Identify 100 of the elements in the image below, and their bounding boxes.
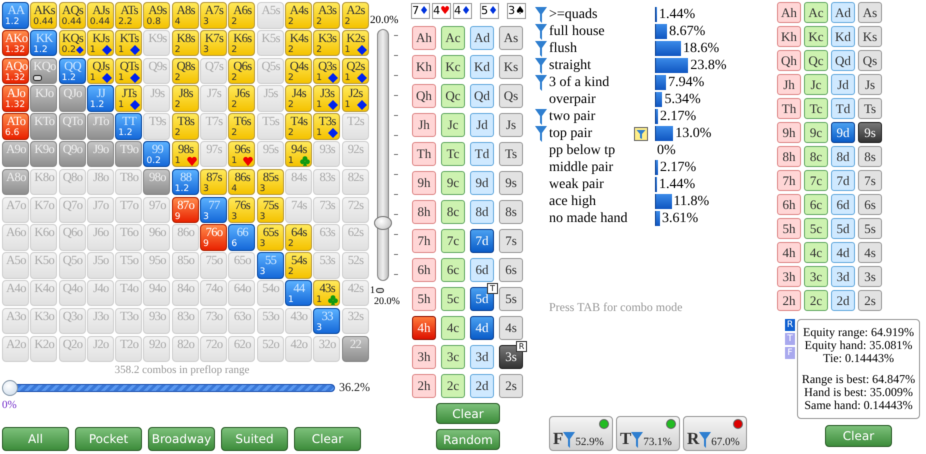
hand-cell[interactable]: QQ 1.2 <box>58 58 86 84</box>
card-button[interactable]: 5c <box>804 218 828 239</box>
hand-cell[interactable]: 75s 3 <box>256 196 284 224</box>
hand-category[interactable]: top pair <box>549 126 629 142</box>
card-button[interactable]: 8h <box>412 200 436 224</box>
hand-cell[interactable]: 85s 3 <box>256 168 284 196</box>
card-button[interactable]: Ac <box>441 26 465 50</box>
card-button[interactable]: 7c <box>441 229 465 253</box>
card-button[interactable]: Qc <box>441 84 465 108</box>
card-button[interactable]: Qh <box>412 84 436 108</box>
card-button[interactable]: Jc <box>804 74 828 95</box>
card-button[interactable]: 2c <box>441 374 465 398</box>
card-button[interactable]: 6s <box>499 258 523 282</box>
card-button[interactable]: Jh <box>777 74 801 95</box>
card-button[interactable]: 4h <box>777 242 801 263</box>
card-button[interactable]: 7h <box>412 229 436 253</box>
card-button[interactable]: Ad <box>470 26 494 50</box>
card-button[interactable]: Qd <box>470 84 494 108</box>
hand-cell[interactable]: KTs 1 <box>115 30 142 56</box>
card-button[interactable]: 9h <box>777 122 801 143</box>
card-button[interactable]: 7d <box>831 170 855 191</box>
hand-category[interactable]: >=quads <box>549 6 629 22</box>
hand-category[interactable]: overpair <box>549 92 629 108</box>
hand-cell[interactable]: 96s 1 <box>228 140 256 168</box>
hand-cell[interactable]: 76o 9 <box>200 224 228 251</box>
hand-cell[interactable]: 77 3 <box>200 196 228 224</box>
card-button[interactable]: 6d <box>470 258 494 282</box>
card-button[interactable]: Ts <box>858 98 882 119</box>
hand-cell[interactable]: 94s 1 <box>284 140 312 168</box>
card-button[interactable]: Qc <box>804 50 828 71</box>
card-button[interactable]: Ah <box>412 26 436 50</box>
card-button[interactable]: Qs <box>499 84 523 108</box>
card-button[interactable]: 5d <box>831 218 855 239</box>
card-button[interactable]: 2h <box>777 290 801 311</box>
card-button[interactable]: Kh <box>412 55 436 79</box>
card-button[interactable]: Ks <box>858 26 882 47</box>
card-button[interactable]: 9h <box>412 171 436 195</box>
card-button[interactable]: 5s <box>499 287 523 311</box>
card-button[interactable]: 3d <box>831 266 855 287</box>
hand-cell[interactable]: AKo 1.32 <box>2 30 29 56</box>
card-button[interactable]: 6h <box>412 258 436 282</box>
card-button[interactable]: Kc <box>804 26 828 47</box>
card-button[interactable]: 5c <box>441 287 465 311</box>
card-button[interactable]: 2s <box>499 374 523 398</box>
hand-cell[interactable]: A7s 3 <box>200 2 228 28</box>
card-button[interactable]: 7s <box>499 229 523 253</box>
card-button[interactable]: 4c <box>804 242 828 263</box>
card-button[interactable]: Tc <box>804 98 828 119</box>
hand-cell[interactable]: 99 0.2 <box>143 140 170 168</box>
hand-cell[interactable]: 54s 2 <box>284 252 312 279</box>
card-button[interactable]: 8s <box>858 146 882 167</box>
hand-cell[interactable]: Q8s 2 <box>172 58 199 84</box>
hand-cell[interactable]: K3s 2 <box>313 30 340 56</box>
card-button[interactable]: 9d <box>831 122 855 143</box>
card-button[interactable]: 8d <box>831 146 855 167</box>
card-button[interactable]: 3h <box>412 345 436 369</box>
hand-category[interactable]: weak pair <box>549 176 629 192</box>
slider-handle[interactable] <box>374 216 392 230</box>
hand-cell[interactable]: KJs 1 <box>86 30 114 56</box>
card-button[interactable]: Js <box>499 113 523 137</box>
hand-category[interactable]: 3 of a kind <box>549 74 629 90</box>
hand-cell[interactable]: 98s 1 <box>172 140 199 168</box>
hand-cell[interactable]: 66 6 <box>228 224 256 251</box>
hand-cell[interactable]: JJ 1.2 <box>86 85 114 112</box>
hand-cell[interactable]: J8s 2 <box>172 85 199 112</box>
hand-cell[interactable]: AJs 0.44 <box>86 2 114 28</box>
card-button[interactable]: 8d <box>470 200 494 224</box>
hand-cell[interactable]: 87o 9 <box>172 196 199 224</box>
hand-cell[interactable]: K6s 2 <box>228 30 256 56</box>
hand-cell[interactable]: 44 1 <box>284 280 312 306</box>
result-tab[interactable]: R <box>785 319 795 331</box>
card-button[interactable]: Jh <box>412 113 436 137</box>
hand-category[interactable]: middle pair <box>549 160 629 176</box>
card-button[interactable]: Js <box>858 74 882 95</box>
hand-category[interactable]: straight <box>549 58 629 74</box>
card-button[interactable]: 6c <box>804 194 828 215</box>
hand-cell[interactable]: ATo 6.6 <box>2 113 29 140</box>
card-button[interactable]: Th <box>777 98 801 119</box>
card-button[interactable]: 6d <box>831 194 855 215</box>
card-button[interactable]: 2c <box>804 290 828 311</box>
hand-cell[interactable]: 76s 3 <box>228 196 256 224</box>
card-button[interactable]: As <box>499 26 523 50</box>
hand-cell[interactable]: 65s 3 <box>256 224 284 251</box>
card-button[interactable]: 2d <box>831 290 855 311</box>
hand-cell[interactable]: ATs 2.2 <box>115 2 142 28</box>
card-button[interactable]: 7d <box>470 229 494 253</box>
card-button[interactable]: Kh <box>777 26 801 47</box>
hand-cell[interactable]: 33 3 <box>313 308 340 334</box>
hand-category[interactable]: ace high <box>549 194 629 210</box>
hand-cell[interactable]: Q6s 2 <box>228 58 256 84</box>
card-button[interactable]: 4s <box>858 242 882 263</box>
hand-cell[interactable]: A8s 4 <box>172 2 199 28</box>
hand-cell[interactable]: J2s 1 <box>342 85 369 112</box>
hand-cell[interactable]: J6s 2 <box>228 85 256 112</box>
hand-cell[interactable]: J3s 1 <box>313 85 340 112</box>
card-button[interactable]: Ks <box>499 55 523 79</box>
hand-cell[interactable]: T4s 2 <box>284 113 312 140</box>
hand-cell[interactable]: 88 1.2 <box>172 168 199 196</box>
card-button[interactable]: 9s <box>499 171 523 195</box>
filter-button[interactable]: T 73.1% <box>616 416 680 451</box>
